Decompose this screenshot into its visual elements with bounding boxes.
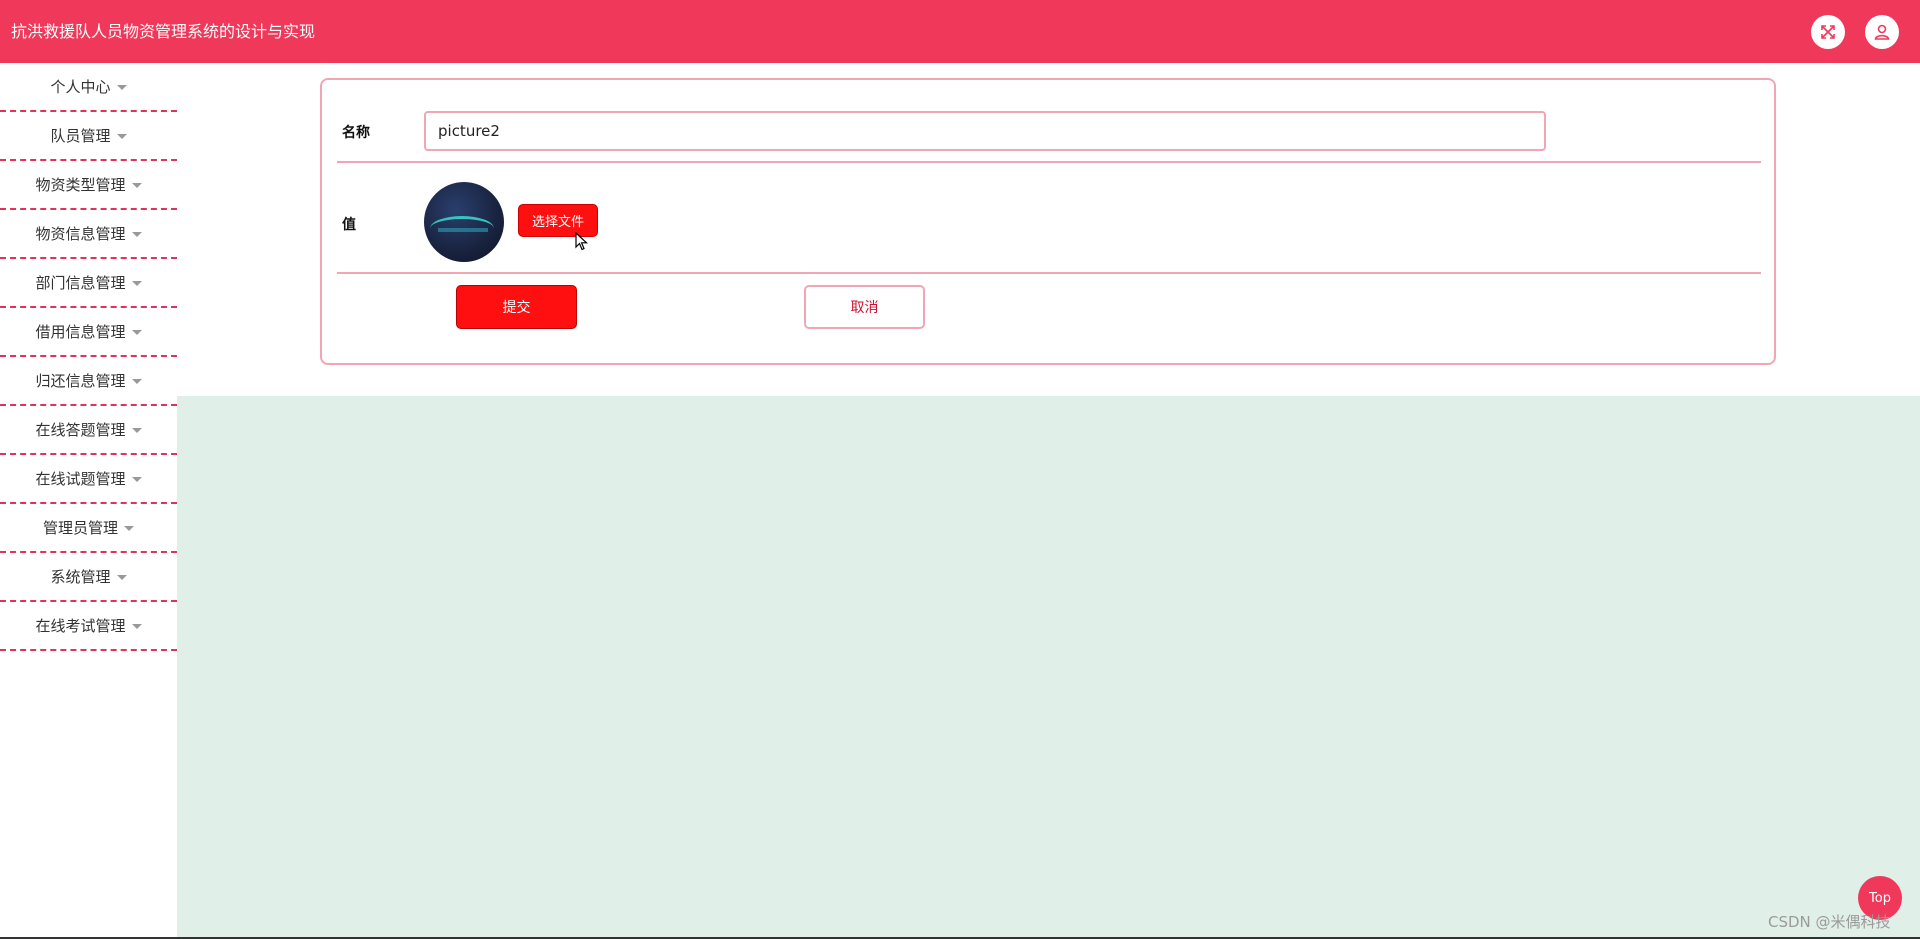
divider: [337, 161, 1761, 163]
mouse-cursor-icon: [575, 232, 589, 251]
caret-down-icon: [131, 183, 142, 188]
sidebar-item-borrow-info[interactable]: 借用信息管理: [0, 308, 177, 357]
caret-down-icon: [131, 232, 142, 237]
name-input[interactable]: [424, 111, 1546, 151]
sidebar-item-online-exams[interactable]: 在线考试管理: [0, 602, 177, 651]
sidebar-item-label: 个人中心: [50, 78, 111, 96]
cancel-button[interactable]: 取消: [804, 285, 925, 329]
content-background: [177, 396, 1920, 937]
caret-down-icon: [116, 85, 127, 90]
submit-button[interactable]: 提交: [456, 285, 577, 329]
sidebar-item-online-questions[interactable]: 在线试题管理: [0, 455, 177, 504]
sidebar-item-label: 在线答题管理: [35, 421, 126, 439]
sidebar-item-label: 物资类型管理: [35, 176, 126, 194]
sidebar-item-label: 在线试题管理: [35, 470, 126, 488]
bridge-image-reflection: [438, 228, 488, 232]
sidebar-item-personal-center[interactable]: 个人中心: [0, 63, 177, 112]
divider: [337, 272, 1761, 274]
fullscreen-icon: [1821, 25, 1835, 39]
caret-down-icon: [124, 526, 134, 531]
sidebar-item-label: 物资信息管理: [35, 225, 126, 243]
caret-down-icon: [131, 624, 142, 629]
sidebar-item-supply-types[interactable]: 物资类型管理: [0, 161, 177, 210]
user-icon: [1874, 24, 1890, 40]
sidebar-item-department-info[interactable]: 部门信息管理: [0, 259, 177, 308]
value-label: 值: [342, 217, 356, 233]
sidebar-item-system[interactable]: 系统管理: [0, 553, 177, 602]
caret-down-icon: [131, 330, 142, 335]
app-title: 抗洪救援队人员物资管理系统的设计与实现: [11, 22, 316, 41]
sidebar-item-label: 系统管理: [50, 568, 111, 586]
sidebar-item-online-answers[interactable]: 在线答题管理: [0, 406, 177, 455]
name-label: 名称: [342, 125, 370, 141]
caret-down-icon: [116, 575, 127, 580]
sidebar-item-supply-info[interactable]: 物资信息管理: [0, 210, 177, 259]
caret-down-icon: [131, 428, 142, 433]
sidebar-item-label: 在线考试管理: [35, 617, 126, 635]
sidebar-item-return-info[interactable]: 归还信息管理: [0, 357, 177, 406]
app-header: 抗洪救援队人员物资管理系统的设计与实现: [0, 0, 1920, 63]
user-button[interactable]: [1865, 15, 1899, 49]
sidebar-item-label: 部门信息管理: [35, 274, 126, 292]
caret-down-icon: [131, 477, 142, 482]
sidebar-item-label: 借用信息管理: [35, 323, 126, 341]
image-preview: [424, 182, 504, 262]
sidebar-item-team-members[interactable]: 队员管理: [0, 112, 177, 161]
caret-down-icon: [131, 281, 142, 286]
caret-down-icon: [116, 134, 127, 139]
fullscreen-button[interactable]: [1811, 15, 1845, 49]
sidebar-menu: 个人中心 队员管理 物资类型管理 物资信息管理 部门信息管理 借用信息管理 归还…: [0, 63, 177, 937]
watermark: CSDN @米偶科技: [1768, 913, 1891, 931]
edit-form: 名称 值 选择文件 提交 取消: [320, 78, 1776, 365]
sidebar-item-admins[interactable]: 管理员管理: [0, 504, 177, 553]
sidebar-item-label: 归还信息管理: [35, 372, 126, 390]
sidebar-item-label: 管理员管理: [42, 519, 118, 537]
sidebar-item-label: 队员管理: [50, 127, 111, 145]
caret-down-icon: [131, 379, 142, 384]
